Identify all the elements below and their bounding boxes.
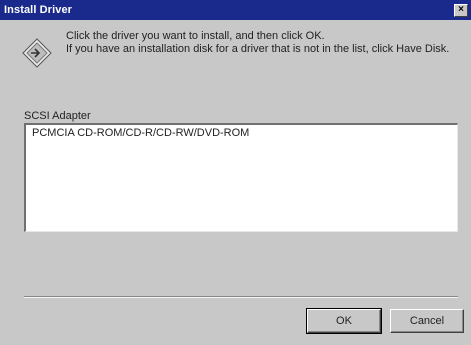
window-title: Install Driver (4, 4, 73, 16)
cancel-button[interactable]: Cancel (390, 309, 464, 333)
list-item[interactable]: PCMCIA CD-ROM/CD-R/CD-RW/DVD-ROM (30, 127, 251, 140)
ok-button[interactable]: OK (306, 308, 382, 334)
install-driver-dialog: Install Driver × Click the driver you wa… (0, 0, 471, 345)
separator (24, 296, 458, 298)
install-driver-icon (22, 38, 52, 68)
close-icon: × (458, 4, 464, 15)
title-bar[interactable]: Install Driver × (0, 0, 471, 20)
instruction-line-2: If you have an installation disk for a d… (66, 43, 450, 55)
instruction-text: Click the driver you want to install, an… (66, 30, 461, 56)
driver-listbox[interactable]: PCMCIA CD-ROM/CD-R/CD-RW/DVD-ROM (24, 123, 458, 232)
close-button[interactable]: × (454, 3, 468, 17)
instruction-line-1: Click the driver you want to install, an… (66, 30, 325, 42)
adapter-list-label: SCSI Adapter (24, 110, 91, 122)
